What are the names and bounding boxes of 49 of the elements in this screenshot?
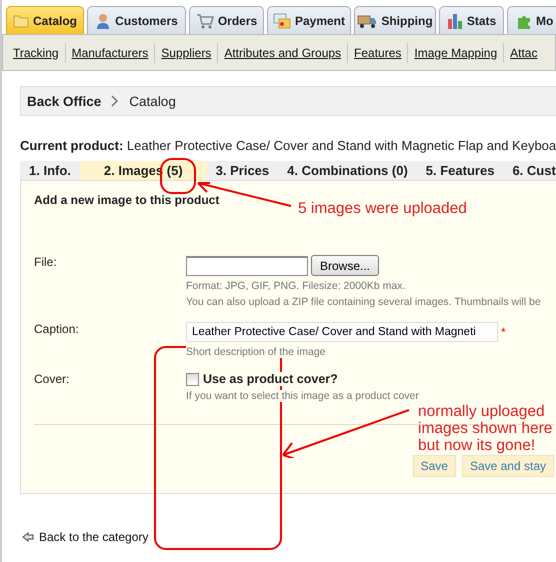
save-button[interactable]: Save — [412, 455, 456, 477]
checkbox[interactable] — [186, 372, 199, 386]
back-arrow-icon — [22, 532, 34, 542]
product-tab[interactable]: 1. Info. — [20, 161, 80, 180]
annotation-text: 5 images were uploaded — [298, 199, 467, 218]
annotation-text: normally uploaged images shown here but now its gone! — [418, 403, 554, 454]
product-tab[interactable]: 4. Combinations (0) — [278, 161, 417, 180]
field-label: File: — [34, 255, 58, 271]
cart-icon — [196, 12, 214, 28]
sub-nav-link[interactable]: Suppliers — [161, 46, 212, 60]
person-icon — [95, 12, 112, 28]
sub-nav-link[interactable]: Attac — [510, 46, 538, 60]
file-field[interactable] — [186, 256, 308, 276]
checkbox-label[interactable]: Use as product cover? — [203, 372, 338, 386]
truck-icon — [357, 14, 378, 28]
sub-nav-link[interactable]: Attributes and Groups — [224, 46, 342, 60]
sub-nav-link[interactable]: Manufacturers — [72, 46, 148, 60]
hint-text: If you want to select this image as a product cover — [186, 390, 419, 402]
hint-text: Short description of the image — [186, 346, 326, 358]
breadcrumb-item[interactable]: Back Office — [27, 94, 102, 108]
chevron-icon — [111, 95, 120, 107]
breadcrumb-item: Catalog — [129, 94, 176, 108]
caption-field[interactable]: Leather Protective Case/ Cover and Stand with Magneti — [186, 322, 498, 342]
main-tab[interactable]: Shipping — [354, 6, 436, 34]
panel-title: Add a new image to this product — [34, 193, 220, 207]
sub-nav-link[interactable]: Image Mapping — [414, 46, 498, 60]
hint-text: Format: JPG, GIF, PNG. Filesize: 2000Kb max. — [186, 280, 406, 292]
current-product: Current product: Leather Protective Case/ Cover and Stand with Magnetic Flap and Keyboa — [20, 138, 556, 153]
main-tab[interactable]: Payment — [267, 6, 351, 34]
product-tab[interactable]: 3. Prices — [206, 161, 278, 180]
browse-button[interactable]: Browse... — [311, 255, 380, 276]
main-tab[interactable]: Mo — [507, 6, 556, 34]
product-tab[interactable]: 6. Cust — [503, 161, 556, 180]
folder-icon — [12, 14, 29, 28]
main-tab[interactable]: Customers — [87, 6, 186, 34]
field-label: Caption: — [34, 322, 80, 338]
sub-nav-link[interactable]: Features — [354, 46, 402, 60]
save-button[interactable]: Save and stay — [462, 455, 554, 477]
required-mark: * — [501, 325, 506, 339]
product-tab[interactable]: 5. Features — [416, 161, 504, 180]
main-tab[interactable]: Orders — [189, 6, 264, 34]
bar-chart-icon — [446, 12, 463, 28]
main-tab[interactable]: Stats — [439, 6, 504, 34]
field-label: Cover: — [34, 372, 70, 388]
main-tab[interactable]: Catalog — [6, 6, 84, 34]
sub-nav-link[interactable]: Tracking — [13, 46, 59, 60]
hint-text: You can also upload a ZIP file containing several images. Thumbnails will be — [186, 296, 541, 308]
back-link[interactable]: Back to the category — [39, 530, 148, 544]
card-icon — [272, 12, 291, 28]
